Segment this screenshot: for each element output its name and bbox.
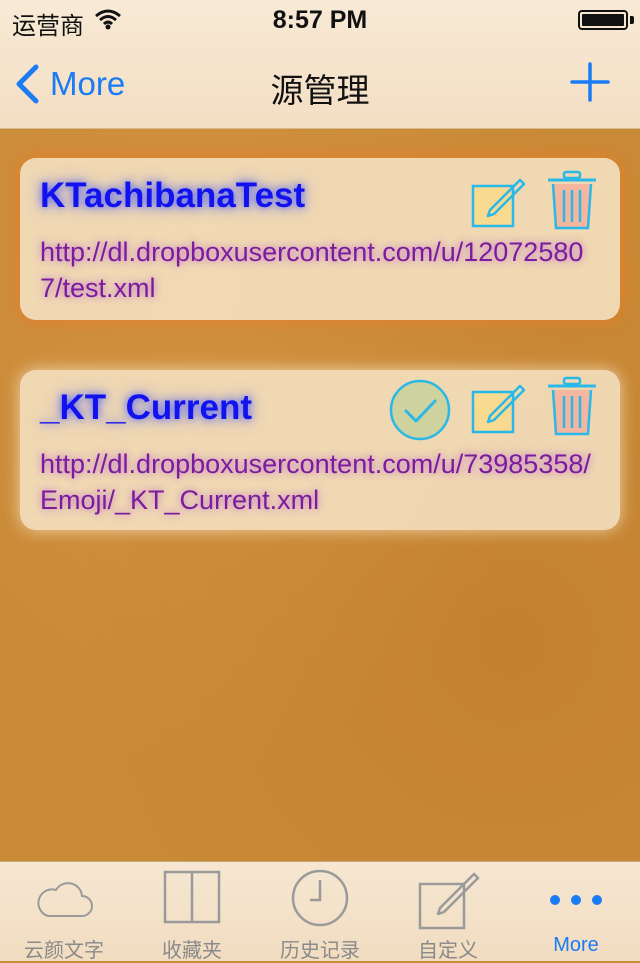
trash-icon <box>548 170 596 230</box>
trash-icon <box>548 376 596 436</box>
plus-icon <box>570 62 610 102</box>
add-source-button[interactable] <box>570 62 610 102</box>
delete-button[interactable] <box>544 376 600 436</box>
battery-tip <box>630 16 634 24</box>
source-list: KTachibanaTest http://dl.dropboxusercont… <box>0 129 640 861</box>
tab-cloud-emoticons[interactable]: 云颜文字 <box>0 862 128 962</box>
delete-button[interactable] <box>544 170 600 230</box>
top-bar: 运营商 8:57 PM More 源管理 <box>0 0 640 129</box>
source-url: http://dl.dropboxusercontent.com/u/73985… <box>40 449 591 515</box>
selected-indicator[interactable] <box>388 378 451 441</box>
edit-button[interactable] <box>470 174 526 230</box>
navigation-bar: More 源管理 <box>0 40 640 128</box>
battery-icon <box>578 10 628 30</box>
tab-favorites[interactable]: 收藏夹 <box>128 862 256 962</box>
clock-icon <box>291 869 349 927</box>
source-card[interactable]: _KT_Current http://dl.dropboxusercontent… <box>20 370 620 530</box>
tab-label: 收藏夹 <box>162 940 222 962</box>
cloud-icon <box>37 882 93 917</box>
compose-icon <box>418 872 480 930</box>
status-time: 8:57 PM <box>272 6 368 34</box>
tab-label: 自定义 <box>418 940 478 962</box>
tab-label: More <box>553 934 599 956</box>
tab-label: 历史记录 <box>280 940 360 962</box>
tab-bar: 云颜文字 收藏夹 历史记录 自定义 More <box>0 861 640 962</box>
screen: 运营商 8:57 PM More 源管理 KTachibanaTest http… <box>0 0 640 962</box>
status-bar: 运营商 8:57 PM <box>0 0 640 40</box>
source-title: KTachibanaTest <box>40 176 306 215</box>
edit-button[interactable] <box>470 380 526 436</box>
tab-label: 云颜文字 <box>24 940 104 962</box>
tab-history[interactable]: 历史记录 <box>256 862 384 962</box>
edit-icon <box>471 178 526 228</box>
tab-custom[interactable]: 自定义 <box>384 862 512 962</box>
edit-icon <box>471 384 526 434</box>
source-card[interactable]: KTachibanaTest http://dl.dropboxusercont… <box>20 158 620 320</box>
checkmark-circle-icon <box>389 379 451 441</box>
source-title: _KT_Current <box>40 388 252 427</box>
source-url: http://dl.dropboxusercontent.com/u/12072… <box>40 237 584 303</box>
page-title: 源管理 <box>270 72 370 109</box>
more-dots-icon <box>550 895 602 905</box>
book-icon <box>163 870 221 924</box>
tab-more[interactable]: More <box>512 862 640 961</box>
